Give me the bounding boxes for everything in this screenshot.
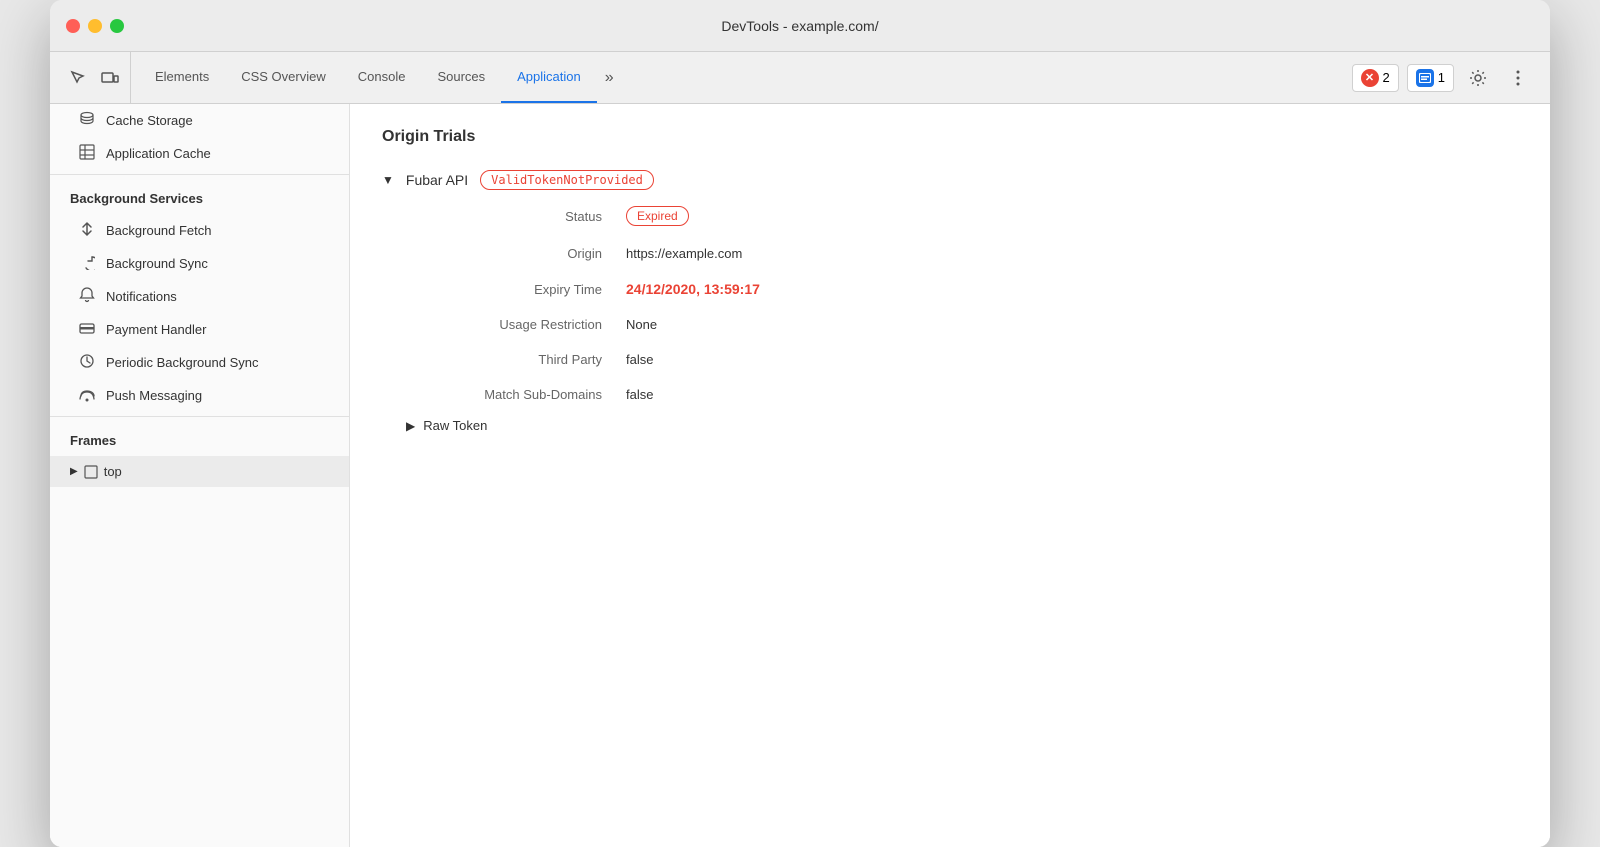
sidebar-item-application-cache[interactable]: Application Cache	[50, 137, 349, 170]
frames-arrow-icon: ▶	[70, 466, 78, 477]
push-messaging-label: Push Messaging	[106, 388, 202, 403]
tab-sources[interactable]: Sources	[421, 52, 501, 103]
sidebar-divider-1	[50, 174, 349, 175]
application-cache-label: Application Cache	[106, 146, 211, 161]
more-tabs-button[interactable]: »	[597, 52, 622, 103]
content-panel: Origin Trials ▼ Fubar API ValidTokenNotP…	[350, 104, 1550, 847]
error-count-badge: ✕	[1361, 69, 1379, 87]
background-services-header: Background Services	[50, 179, 349, 214]
expiry-label: Expiry Time	[406, 281, 626, 297]
toolbar-icons	[58, 52, 131, 103]
expiry-time: 24/12/2020, 13:59:17	[626, 281, 760, 297]
messages-button[interactable]: 1	[1407, 64, 1454, 92]
push-messaging-icon	[78, 386, 96, 405]
api-name: Fubar API	[406, 172, 468, 188]
window-title: DevTools - example.com/	[721, 18, 878, 34]
background-fetch-label: Background Fetch	[106, 223, 212, 238]
more-options-button[interactable]	[1502, 62, 1534, 94]
settings-button[interactable]	[1462, 62, 1494, 94]
device-toggle-icon[interactable]	[98, 66, 122, 90]
sidebar-item-payment-handler[interactable]: Payment Handler	[50, 313, 349, 346]
frame-icon	[84, 465, 98, 479]
expiry-value: 24/12/2020, 13:59:17	[626, 281, 1518, 297]
sidebar-item-background-sync[interactable]: Background Sync	[50, 247, 349, 280]
api-token-badge: ValidTokenNotProvided	[480, 170, 654, 190]
detail-grid: Status Expired Origin https://example.co…	[406, 206, 1518, 402]
notifications-icon	[78, 287, 96, 306]
raw-token-label: Raw Token	[423, 418, 487, 433]
periodic-bg-sync-icon	[78, 353, 96, 372]
api-header: ▼ Fubar API ValidTokenNotProvided	[382, 170, 1518, 190]
payment-handler-label: Payment Handler	[106, 322, 206, 337]
inspect-icon[interactable]	[66, 66, 90, 90]
page-title: Origin Trials	[382, 128, 1518, 146]
usage-restriction-value: None	[626, 317, 1518, 332]
sidebar-divider-2	[50, 416, 349, 417]
status-value: Expired	[626, 206, 1518, 226]
sidebar-item-periodic-bg-sync[interactable]: Periodic Background Sync	[50, 346, 349, 379]
main-content: Cache Storage Application Cache Backgrou…	[50, 104, 1550, 847]
traffic-lights	[66, 19, 124, 33]
message-count-badge	[1416, 69, 1434, 87]
sidebar-item-cache-storage[interactable]: Cache Storage	[50, 104, 349, 137]
toolbar: Elements CSS Overview Console Sources Ap…	[50, 52, 1550, 104]
payment-handler-icon	[78, 320, 96, 339]
errors-button[interactable]: ✕ 2	[1352, 64, 1399, 92]
minimize-button[interactable]	[88, 19, 102, 33]
sidebar: Cache Storage Application Cache Backgrou…	[50, 104, 350, 847]
message-count: 1	[1438, 70, 1445, 85]
usage-restriction-label: Usage Restriction	[406, 317, 626, 332]
top-frame-label: top	[104, 464, 122, 479]
application-cache-icon	[78, 144, 96, 163]
toolbar-tabs: Elements CSS Overview Console Sources Ap…	[139, 52, 1344, 103]
sidebar-item-push-messaging[interactable]: Push Messaging	[50, 379, 349, 412]
toolbar-right: ✕ 2 1	[1344, 52, 1542, 103]
sidebar-item-background-fetch[interactable]: Background Fetch	[50, 214, 349, 247]
tab-application[interactable]: Application	[501, 52, 597, 103]
match-subdomains-value: false	[626, 387, 1518, 402]
cache-storage-icon	[78, 111, 96, 130]
sidebar-item-top[interactable]: ▶ top	[50, 456, 349, 487]
background-sync-icon	[78, 254, 96, 273]
periodic-bg-sync-label: Periodic Background Sync	[106, 355, 258, 370]
background-fetch-icon	[78, 221, 96, 240]
third-party-value: false	[626, 352, 1518, 367]
third-party-label: Third Party	[406, 352, 626, 367]
tab-console[interactable]: Console	[342, 52, 422, 103]
tab-css-overview[interactable]: CSS Overview	[225, 52, 342, 103]
origin-value: https://example.com	[626, 246, 1518, 261]
raw-token-arrow[interactable]: ▶	[406, 419, 415, 433]
cache-storage-label: Cache Storage	[106, 113, 193, 128]
frames-header: Frames	[50, 421, 349, 456]
maximize-button[interactable]	[110, 19, 124, 33]
notifications-label: Notifications	[106, 289, 177, 304]
sidebar-item-notifications[interactable]: Notifications	[50, 280, 349, 313]
status-label: Status	[406, 206, 626, 226]
error-count: 2	[1383, 70, 1390, 85]
origin-label: Origin	[406, 246, 626, 261]
devtools-window: DevTools - example.com/ Elements CSS Ove	[50, 0, 1550, 847]
api-collapse-arrow[interactable]: ▼	[382, 173, 394, 187]
tab-elements[interactable]: Elements	[139, 52, 225, 103]
raw-token-section: ▶ Raw Token	[406, 418, 1518, 433]
background-sync-label: Background Sync	[106, 256, 208, 271]
match-subdomains-label: Match Sub-Domains	[406, 387, 626, 402]
status-badge: Expired	[626, 206, 689, 226]
close-button[interactable]	[66, 19, 80, 33]
titlebar: DevTools - example.com/	[50, 0, 1550, 52]
api-section: ▼ Fubar API ValidTokenNotProvided Status…	[382, 170, 1518, 433]
